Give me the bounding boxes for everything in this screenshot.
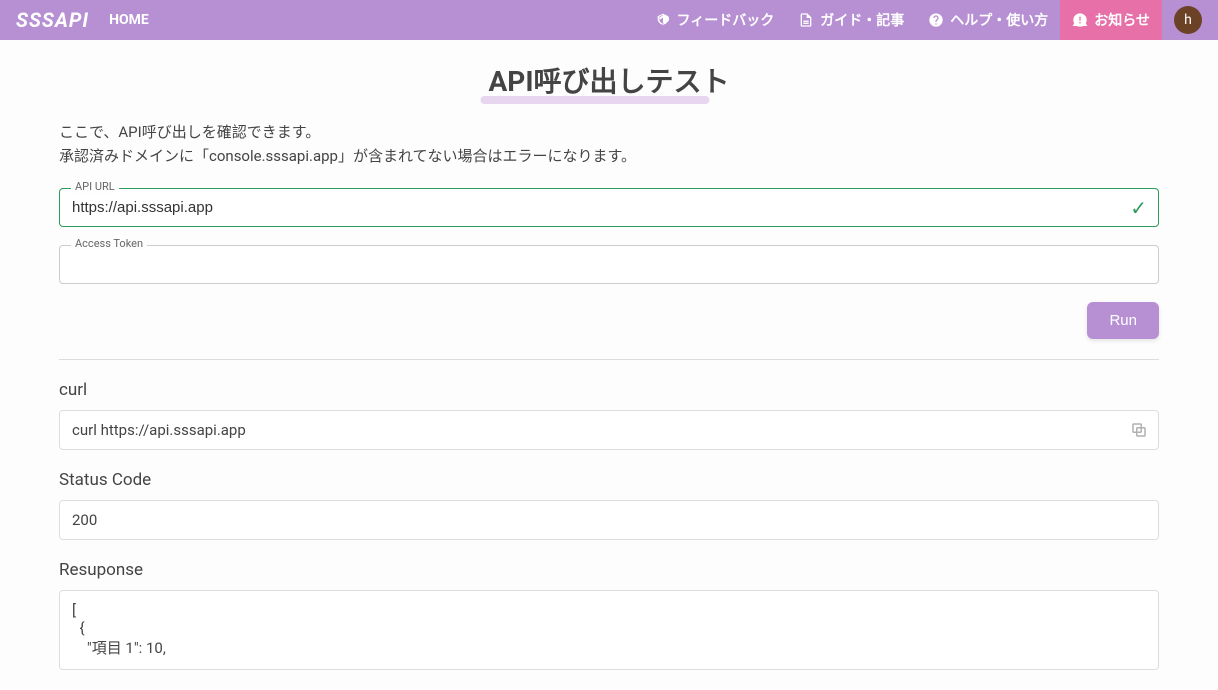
status-value: 200 [72,511,97,529]
header-nav: フィードバック ガイド・記事 ヘルプ・使い方 お知らせ h [643,0,1202,40]
curl-output: curl https://api.sssapi.app [59,410,1159,450]
response-output[interactable]: [ { "項目 1": 10, [59,590,1159,670]
nav-help[interactable]: ヘルプ・使い方 [916,0,1060,40]
nav-news-label: お知らせ [1094,10,1150,30]
nav-home[interactable]: HOME [109,12,149,28]
api-url-group: API URL ✓ [59,188,1159,227]
help-icon [928,12,944,28]
api-url-input[interactable] [59,188,1159,227]
response-label: Resuponse [59,560,1159,580]
copy-icon[interactable] [1130,421,1148,439]
description-line-1: ここで、API呼び出しを確認できます。 [59,120,1159,144]
access-token-input[interactable] [59,245,1159,284]
run-button[interactable]: Run [1087,302,1159,339]
divider [59,359,1159,360]
nav-feedback-label: フィードバック [677,10,775,30]
description: ここで、API呼び出しを確認できます。 承認済みドメインに「console.ss… [59,120,1159,168]
avatar[interactable]: h [1174,6,1202,34]
header: SSSAPI HOME フィードバック ガイド・記事 ヘルプ・使い方 お知らせ … [0,0,1218,40]
curl-label: curl [59,380,1159,400]
alert-icon [1072,12,1088,28]
nav-guide-label: ガイド・記事 [820,10,904,30]
nav-help-label: ヘルプ・使い方 [950,10,1048,30]
main-content: API呼び出しテスト ここで、API呼び出しを確認できます。 承認済みドメインに… [29,40,1189,690]
status-output: 200 [59,500,1159,540]
api-url-label: API URL [71,180,119,193]
status-label: Status Code [59,470,1159,490]
document-icon [798,12,814,28]
check-icon: ✓ [1130,196,1147,220]
nav-guide[interactable]: ガイド・記事 [786,0,916,40]
curl-value: curl https://api.sssapi.app [72,421,246,439]
nav-feedback[interactable]: フィードバック [643,0,787,40]
megaphone-icon [655,12,671,28]
access-token-group: Access Token [59,245,1159,284]
description-line-2: 承認済みドメインに「console.sssapi.app」が含まれてない場合はエ… [59,144,1159,168]
page-title: API呼び出しテスト [488,60,729,100]
access-token-label: Access Token [71,237,147,250]
logo[interactable]: SSSAPI [16,8,89,32]
nav-news[interactable]: お知らせ [1060,0,1162,40]
